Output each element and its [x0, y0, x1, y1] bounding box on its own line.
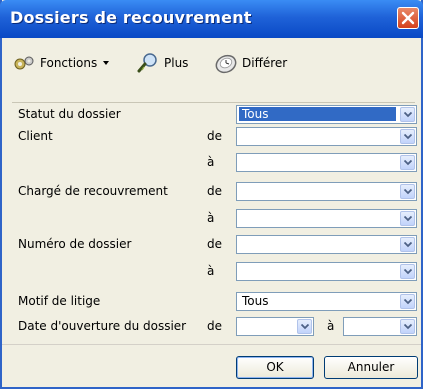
chevron-down-icon	[404, 216, 412, 222]
open-date-to-dropdown-arrow[interactable]	[400, 319, 415, 334]
chevron-down-icon	[404, 112, 412, 118]
chevron-down-icon	[404, 324, 412, 330]
toolbar: Fonctions Plus Différer	[2, 38, 421, 104]
status-value: Tous	[239, 107, 396, 121]
chevron-down-icon	[404, 189, 412, 195]
chevron-down-icon	[301, 324, 309, 330]
chevron-down-icon	[404, 242, 412, 248]
more-label: Plus	[164, 56, 189, 70]
file-number-to-label: à	[207, 264, 215, 278]
chevron-down-icon	[404, 299, 412, 305]
collector-to-label: à	[207, 211, 215, 225]
file-number-label: Numéro de dossier	[18, 237, 132, 251]
file-number-to-select[interactable]	[236, 262, 417, 281]
dispute-reason-label: Motif de litige	[18, 294, 101, 308]
collector-from-label: de	[207, 184, 222, 198]
open-date-from-dropdown-arrow[interactable]	[297, 319, 312, 334]
ok-button[interactable]: OK	[236, 356, 314, 379]
file-number-from-label: de	[207, 237, 222, 251]
dropdown-caret-icon	[103, 61, 110, 65]
status-select[interactable]: Tous	[236, 105, 417, 124]
dialog-window: Dossiers de recouvrement Fonctions Plus …	[0, 0, 423, 389]
gears-icon	[14, 56, 34, 70]
chevron-down-icon	[404, 134, 412, 140]
dispute-reason-select[interactable]: Tous	[236, 292, 417, 311]
collector-label: Chargé de recouvrement	[18, 184, 168, 198]
collector-to-select[interactable]	[236, 209, 417, 228]
functions-menu-button[interactable]: Fonctions	[12, 52, 111, 74]
cancel-button[interactable]: Annuler	[324, 356, 418, 379]
footer-divider	[2, 344, 421, 345]
file-number-from-select[interactable]	[236, 235, 417, 254]
close-icon	[401, 11, 415, 25]
status-dropdown-arrow[interactable]	[400, 107, 415, 122]
more-button[interactable]: Plus	[136, 52, 188, 74]
open-date-label: Date d'ouverture du dossier	[18, 319, 187, 333]
filter-form: Statut du dossier Tous Client de à Charg…	[2, 104, 421, 344]
file-number-to-dropdown-arrow[interactable]	[400, 264, 415, 279]
collector-to-dropdown-arrow[interactable]	[400, 211, 415, 226]
open-date-to-picker[interactable]	[343, 317, 417, 336]
collector-from-select[interactable]	[236, 182, 417, 201]
defer-button[interactable]: Différer	[214, 52, 287, 74]
client-to-dropdown-arrow[interactable]	[400, 155, 415, 170]
functions-label: Fonctions	[40, 56, 98, 70]
dispute-reason-value: Tous	[242, 294, 269, 308]
open-date-from-label: de	[207, 319, 222, 333]
client-to-label: à	[207, 155, 215, 169]
client-from-select[interactable]	[236, 127, 417, 146]
client-label: Client	[18, 129, 53, 143]
magnifier-icon	[137, 53, 157, 73]
file-number-from-dropdown-arrow[interactable]	[400, 237, 415, 252]
client-from-dropdown-arrow[interactable]	[400, 129, 415, 144]
chevron-down-icon	[404, 160, 412, 166]
toolbar-divider	[12, 102, 415, 103]
clock-icon	[215, 54, 237, 74]
status-label: Statut du dossier	[18, 107, 121, 121]
open-date-to-label: à	[327, 319, 335, 333]
chevron-down-icon	[404, 269, 412, 275]
client-from-label: de	[207, 129, 222, 143]
window-title: Dossiers de recouvrement	[10, 8, 252, 27]
open-date-from-picker[interactable]	[236, 317, 314, 336]
title-bar[interactable]: Dossiers de recouvrement	[0, 0, 423, 38]
client-to-select[interactable]	[236, 153, 417, 172]
defer-label: Différer	[242, 56, 288, 70]
collector-from-dropdown-arrow[interactable]	[400, 184, 415, 199]
close-button[interactable]	[397, 7, 419, 29]
dispute-reason-dropdown-arrow[interactable]	[400, 294, 415, 309]
